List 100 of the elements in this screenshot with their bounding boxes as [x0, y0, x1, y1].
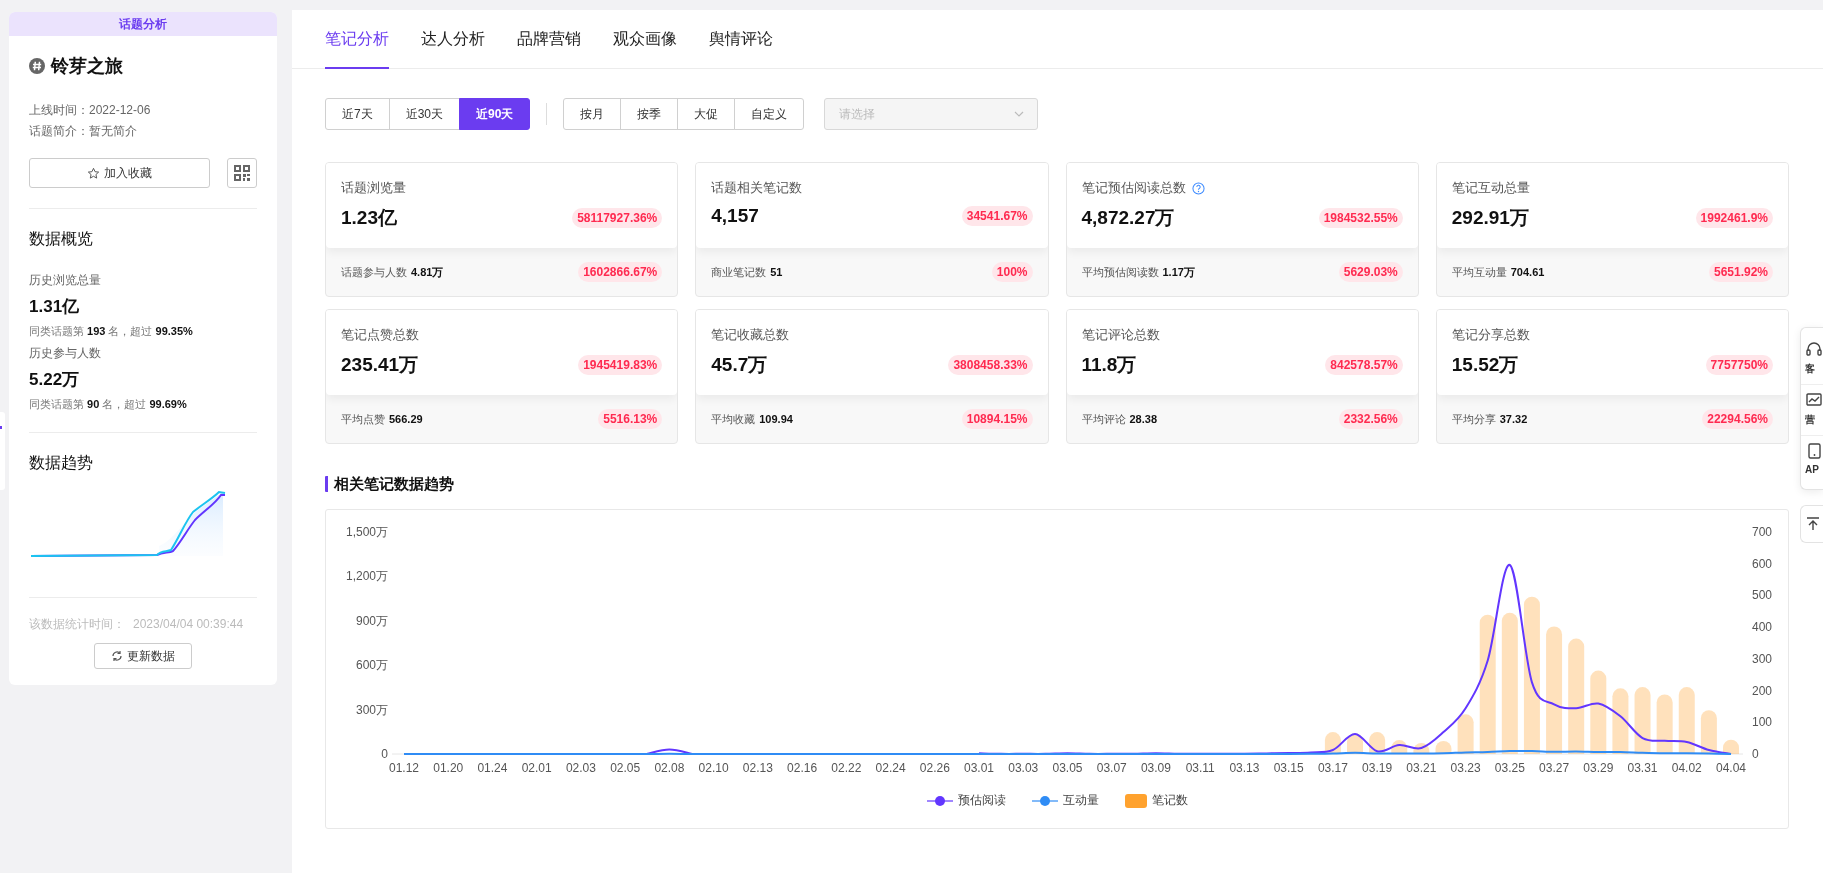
chart-bar: [1413, 742, 1430, 754]
detail-value: 109.94: [759, 412, 793, 425]
metric-title: 笔记点赞总数: [341, 326, 419, 344]
chart-bar: [1457, 714, 1474, 754]
axis-label: 02.03: [565, 761, 596, 775]
axis-label: 01.20: [433, 761, 464, 775]
stat-label: 历史浏览总量: [29, 272, 102, 289]
axis-label: 03.13: [1229, 761, 1260, 775]
stat-value: 5.22万: [29, 369, 81, 391]
update-label: 该数据统计时间：: [29, 617, 125, 631]
filter-button[interactable]: 近30天: [388, 98, 461, 130]
tab[interactable]: 舆情评论: [709, 10, 773, 69]
filter-button[interactable]: 大促: [677, 98, 736, 130]
help-icon: [1191, 181, 1205, 195]
hash-icon: [29, 58, 45, 74]
change-badge: 34541.67%: [961, 206, 1033, 226]
change-badge: 5516.13%: [598, 409, 663, 429]
metric-value: 292.91万: [1451, 206, 1529, 230]
metric-value: 4,157: [711, 205, 759, 227]
update-time: 2023/04/04 00:39:44: [133, 617, 244, 631]
detail-value: 704.61: [1510, 265, 1545, 278]
axis-label: 0: [381, 747, 388, 761]
info-value: 2022-12-06: [89, 103, 151, 117]
favorite-button[interactable]: 加入收藏: [29, 158, 210, 188]
detail-label: 平均收藏: [711, 411, 756, 427]
metric-title: 笔记互动总量: [1451, 179, 1530, 197]
toolbar-button[interactable]: 营: [1801, 385, 1823, 436]
axis-label: 02.08: [654, 761, 685, 775]
axis-label: 0: [1752, 747, 1759, 761]
axis-label: 400: [1752, 620, 1773, 635]
chart-bar: [1612, 688, 1629, 754]
toolbar-button[interactable]: 客: [1801, 334, 1823, 385]
filter-button[interactable]: 近90天: [459, 98, 531, 130]
metric-value: 11.8万: [1081, 353, 1137, 377]
axis-label: 300: [1752, 651, 1773, 666]
rank-text: 同类话题第 90 名，超过 99.69%: [29, 397, 188, 412]
metric-value: 4,872.27万: [1081, 206, 1175, 230]
star-icon: [87, 166, 100, 180]
axis-label: 03.25: [1494, 761, 1525, 775]
metric-title: 话题浏览量: [341, 179, 406, 197]
detail-label: 平均互动量: [1451, 264, 1507, 280]
filter-button[interactable]: 按月: [563, 98, 622, 130]
detail-value: 566.29: [389, 412, 423, 425]
change-badge: 100%: [991, 262, 1033, 282]
tab[interactable]: 达人分析: [421, 10, 485, 69]
change-badge: 2332.56%: [1338, 409, 1403, 429]
info-label: 上线时间：: [29, 103, 89, 117]
filter-button[interactable]: 近7天: [325, 98, 390, 130]
toolbar-button[interactable]: AP: [1801, 436, 1823, 483]
metric-value: 1.23亿: [341, 206, 397, 230]
chart-bar: [1324, 732, 1341, 754]
info-label: 话题简介：: [29, 124, 89, 138]
back-to-top-button[interactable]: [1800, 505, 1823, 543]
section-title: 相关笔记数据趋势: [325, 476, 1789, 492]
chart-bar: [1347, 733, 1363, 754]
detail-value: 4.81万: [411, 264, 444, 280]
stat-label: 历史参与人数: [29, 345, 102, 362]
detail-label: 平均分享: [1451, 411, 1496, 427]
axis-label: 02.26: [919, 761, 950, 775]
tab[interactable]: 观众画像: [613, 10, 677, 69]
axis-label: 03.17: [1317, 761, 1348, 775]
chart-icon: [1805, 391, 1823, 409]
metric-title: 笔记评论总数: [1081, 326, 1160, 344]
filter-button[interactable]: 自定义: [734, 98, 805, 130]
chart-bar: [1634, 687, 1651, 754]
tab[interactable]: 笔记分析: [325, 10, 389, 69]
change-badge: 58117927.36%: [572, 208, 663, 228]
axis-label: 200: [1752, 683, 1773, 698]
axis-label: 02.01: [521, 761, 552, 775]
metric-title: 笔记预估阅读总数: [1081, 179, 1186, 197]
chart-bar: [1678, 687, 1695, 754]
chart-bar: [1369, 732, 1386, 754]
tab[interactable]: 品牌营销: [517, 10, 581, 69]
change-badge: 1984532.55%: [1318, 208, 1403, 228]
axis-label: 500: [1752, 588, 1773, 603]
filter-button[interactable]: 按季: [620, 98, 679, 130]
detail-value: 1.17万: [1162, 264, 1195, 280]
axis-label: 02.10: [698, 761, 729, 775]
qr-code-button[interactable]: [227, 158, 257, 188]
axis-label: 100: [1752, 715, 1773, 730]
detail-label: 平均评论: [1081, 411, 1126, 427]
topic-title: 铃芽之旅: [51, 55, 123, 78]
metric-title: 话题相关笔记数: [711, 179, 803, 197]
rank-text: 同类话题第 193 名，超过 99.35%: [29, 324, 194, 339]
detail-label: 平均预估阅读数: [1081, 264, 1159, 280]
axis-label: 01.12: [389, 761, 419, 775]
refresh-button[interactable]: 更新数据: [94, 643, 192, 669]
change-badge: 842578.57%: [1325, 355, 1403, 375]
change-badge: 5651.92%: [1708, 262, 1773, 282]
chart-bar: [1391, 740, 1408, 754]
axis-label: 02.05: [610, 761, 641, 775]
axis-label: 700: [1752, 525, 1773, 539]
headset-icon: [1805, 340, 1823, 358]
axis-label: 03.01: [964, 761, 995, 775]
axis-label: 03.11: [1185, 761, 1215, 775]
stat-value: 1.31亿: [29, 296, 81, 318]
legend-label: 预估阅读: [957, 792, 1006, 809]
collapse-handle[interactable]: [0, 412, 5, 490]
axis-label: 03.09: [1140, 761, 1171, 775]
change-badge: 3808458.33%: [948, 355, 1033, 375]
